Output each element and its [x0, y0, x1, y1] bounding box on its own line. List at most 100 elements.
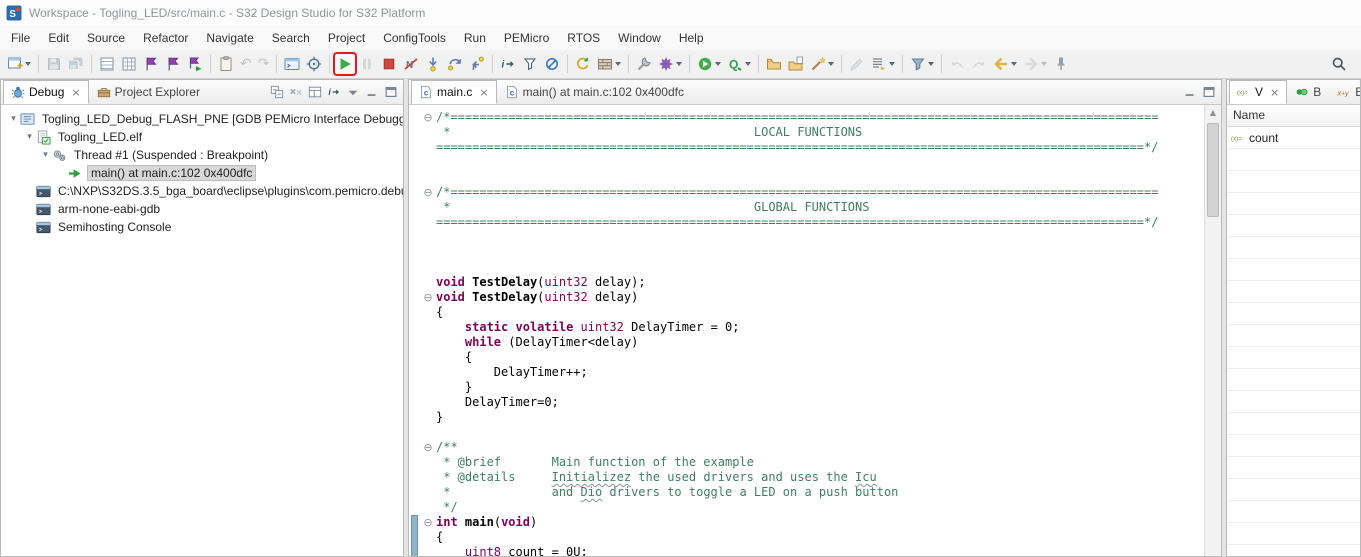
- coverage-button[interactable]: Q: [725, 54, 753, 74]
- search-button[interactable]: [1329, 54, 1349, 74]
- debug-tab-project-explorer[interactable]: Project Explorer: [89, 80, 208, 104]
- open-resource-button[interactable]: [786, 54, 806, 74]
- dropdown-caret-icon[interactable]: [715, 62, 721, 66]
- menu-item-refactor[interactable]: Refactor: [134, 28, 197, 48]
- save-all-button[interactable]: [66, 54, 86, 74]
- step-into-button[interactable]: [423, 54, 443, 74]
- code-line[interactable]: * LOCAL FUNCTIONS: [420, 125, 1204, 140]
- inspect-button[interactable]: [304, 54, 324, 74]
- tree-node[interactable]: Semihosting Console: [1, 218, 403, 236]
- scrollbar-thumb[interactable]: [1207, 123, 1219, 217]
- code-line[interactable]: * @details Initializez the used drivers …: [420, 470, 1204, 485]
- code-line[interactable]: {: [420, 530, 1204, 545]
- instruction-stepping-button[interactable]: i: [498, 54, 518, 74]
- code-line[interactable]: [420, 155, 1204, 170]
- terminate-button[interactable]: [379, 54, 399, 74]
- dropdown-caret-icon[interactable]: [889, 62, 895, 66]
- config-run-button[interactable]: [185, 54, 205, 74]
- console-button[interactable]: [282, 54, 302, 74]
- code-line[interactable]: {: [420, 350, 1204, 365]
- code-line[interactable]: ========================================…: [420, 140, 1204, 155]
- undo-button[interactable]: ↶: [238, 55, 254, 73]
- menu-item-source[interactable]: Source: [78, 28, 134, 48]
- code-line[interactable]: * @brief Main function of the example: [420, 455, 1204, 470]
- fold-marker-icon[interactable]: ⊖: [420, 515, 436, 530]
- menu-item-file[interactable]: File: [2, 28, 39, 48]
- minimize-button[interactable]: [1182, 84, 1198, 100]
- mark-occurrences-button[interactable]: [847, 54, 867, 74]
- variables-tab-b[interactable]: B: [1287, 80, 1329, 104]
- tree-node[interactable]: ▾Thread #1 (Suspended : Breakpoint): [1, 146, 403, 164]
- step-filters-button[interactable]: [520, 54, 540, 74]
- minimize-button[interactable]: [364, 84, 380, 100]
- suspend-button[interactable]: [357, 54, 377, 74]
- code-line[interactable]: * GLOBAL FUNCTIONS: [420, 200, 1204, 215]
- code-line[interactable]: [420, 425, 1204, 440]
- menu-item-navigate[interactable]: Navigate: [197, 28, 262, 48]
- close-icon[interactable]: ×: [1270, 86, 1279, 99]
- maximize-button[interactable]: [1201, 84, 1217, 100]
- redo-button[interactable]: ↷: [256, 55, 272, 73]
- close-icon[interactable]: ×: [71, 86, 80, 99]
- code-line[interactable]: ⊖/**: [420, 440, 1204, 455]
- fold-marker-icon[interactable]: ⊖: [420, 440, 436, 455]
- refresh-button[interactable]: [573, 54, 593, 74]
- code-line[interactable]: ⊖void TestDelay(uint32 delay): [420, 290, 1204, 305]
- dropdown-caret-icon[interactable]: [676, 62, 682, 66]
- run-button[interactable]: [695, 54, 723, 74]
- variables-tab-e[interactable]: x+yE: [1329, 80, 1361, 104]
- view-menu-button[interactable]: [345, 84, 361, 100]
- vertical-scrollbar[interactable]: ▲: [1204, 105, 1221, 556]
- code-line[interactable]: ========================================…: [420, 215, 1204, 230]
- tree-node[interactable]: C:\NXP\S32DS.3.5_bga_board\eclipse\plugi…: [1, 182, 403, 200]
- fold-marker-icon[interactable]: ⊖: [420, 290, 436, 305]
- save-button[interactable]: [44, 54, 64, 74]
- menu-item-pemicro[interactable]: PEMicro: [495, 28, 558, 48]
- fold-marker-icon[interactable]: ⊖: [420, 185, 436, 200]
- menu-item-rtos[interactable]: RTOS: [558, 28, 609, 48]
- chevron-down-icon[interactable]: ▾: [23, 132, 36, 142]
- code-line[interactable]: {: [420, 305, 1204, 320]
- back-button[interactable]: [991, 54, 1019, 74]
- scroll-up-icon[interactable]: ▲: [1205, 105, 1221, 121]
- dropdown-caret-icon[interactable]: [25, 62, 31, 66]
- collapse-all-button[interactable]: [269, 84, 285, 100]
- dropdown-caret-icon[interactable]: [615, 62, 621, 66]
- code-line[interactable]: [420, 170, 1204, 185]
- resume-button[interactable]: [335, 54, 355, 74]
- debug-layout-button[interactable]: [307, 84, 323, 100]
- dropdown-caret-icon[interactable]: [928, 62, 934, 66]
- code-line[interactable]: DelayTimer++;: [420, 365, 1204, 380]
- code-line[interactable]: DelayTimer=0;: [420, 395, 1204, 410]
- chevron-down-icon[interactable]: ▾: [7, 114, 20, 124]
- paste-button[interactable]: [216, 54, 236, 74]
- code-line[interactable]: [420, 260, 1204, 275]
- config-import-button[interactable]: [163, 54, 183, 74]
- menu-item-window[interactable]: Window: [609, 28, 670, 48]
- build-button[interactable]: [595, 54, 623, 74]
- previous-edit-button[interactable]: [947, 54, 967, 74]
- code-line[interactable]: ⊖/*=====================================…: [420, 185, 1204, 200]
- instruction-stepping-button[interactable]: i: [326, 84, 342, 100]
- chevron-down-icon[interactable]: ▾: [39, 150, 52, 160]
- menu-item-configtools[interactable]: ConfigTools: [374, 28, 455, 48]
- registers-button[interactable]: [119, 54, 139, 74]
- menu-item-project[interactable]: Project: [319, 28, 374, 48]
- menu-item-help[interactable]: Help: [670, 28, 713, 48]
- code-line[interactable]: }: [420, 410, 1204, 425]
- code-line[interactable]: void TestDelay(uint32 delay);: [420, 275, 1204, 290]
- peripherals-button[interactable]: [97, 54, 117, 74]
- step-over-button[interactable]: [445, 54, 465, 74]
- step-return-button[interactable]: [467, 54, 487, 74]
- close-icon[interactable]: ×: [479, 86, 488, 99]
- editor-tab-main-at-main-c-102-0x400dfc[interactable]: cmain() at main.c:102 0x400dfc: [497, 80, 692, 104]
- open-folder-button[interactable]: [764, 54, 784, 74]
- new-button[interactable]: [5, 54, 33, 74]
- code-line[interactable]: ⊖int main(void): [420, 515, 1204, 530]
- skip-breakpoints-button[interactable]: [542, 54, 562, 74]
- maximize-button[interactable]: [383, 84, 399, 100]
- tree-node[interactable]: ▾Togling_LED.elf: [1, 128, 403, 146]
- code-line[interactable]: static volatile uint32 DelayTimer = 0;: [420, 320, 1204, 335]
- editor-tab-main-c[interactable]: cmain.c×: [411, 80, 497, 104]
- search-wand-button[interactable]: [808, 54, 836, 74]
